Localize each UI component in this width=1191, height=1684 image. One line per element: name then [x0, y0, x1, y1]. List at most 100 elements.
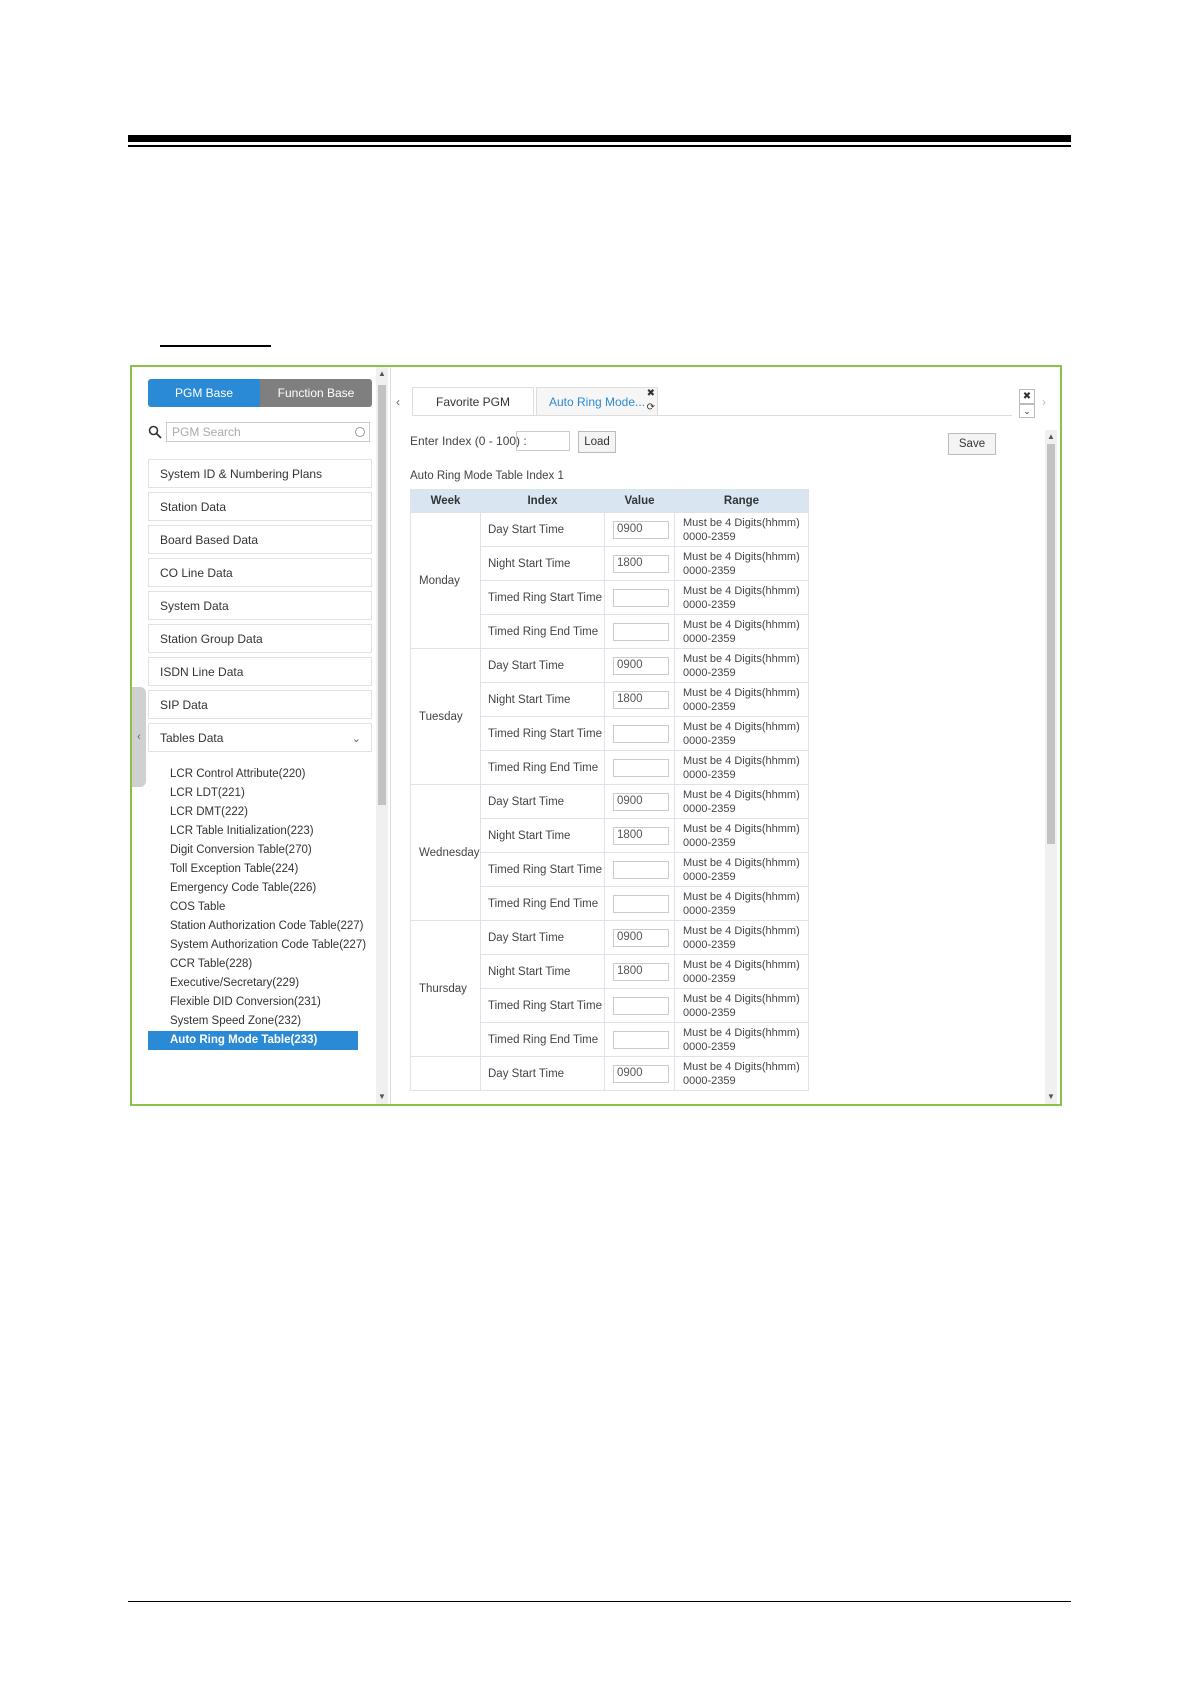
time-value-input[interactable] — [613, 1030, 669, 1049]
time-value-input[interactable]: 0900 — [613, 1064, 669, 1083]
time-value-input[interactable] — [613, 758, 669, 777]
time-value-input[interactable]: 0900 — [613, 656, 669, 675]
clear-icon[interactable] — [355, 427, 365, 437]
column-header-value: Value — [604, 489, 675, 513]
tab-auto-ring-mode[interactable]: Auto Ring Mode... ✖ ⟳ — [536, 387, 658, 415]
menu-item-system-id[interactable]: System ID & Numbering Plans — [148, 459, 372, 488]
column-header-range: Range — [674, 489, 809, 513]
save-button[interactable]: Save — [948, 433, 996, 455]
time-value-input[interactable] — [613, 860, 669, 879]
menu-item-station-group[interactable]: Station Group Data — [148, 624, 372, 653]
value-cell: 0900 — [604, 648, 675, 683]
table-row: Thursday Day Start Time 0900 Must be 4 Digi… — [410, 920, 809, 1057]
scroll-up-icon[interactable]: ▲ — [1045, 430, 1057, 444]
menu-item-system-data[interactable]: System Data — [148, 591, 372, 620]
range-cell: Must be 4 Digits(hhmm) 0000-2359 — [674, 580, 809, 615]
submenu-item[interactable]: System Speed Zone(232) — [148, 1012, 372, 1031]
range-rule: Must be 4 Digits(hhmm) — [683, 788, 800, 801]
tab-favorite-pgm[interactable]: Favorite PGM — [412, 387, 534, 415]
value-cell: 0900 — [604, 512, 675, 547]
submenu-item[interactable]: LCR LDT(221) — [148, 784, 372, 803]
scroll-down-icon[interactable]: ▼ — [376, 1090, 388, 1104]
column-header-index: Index — [480, 489, 605, 513]
tab-bar: Favorite PGM Auto Ring Mode... ✖ ⟳ — [412, 387, 1012, 416]
time-value-input[interactable]: 1800 — [613, 690, 669, 709]
scroll-up-icon[interactable]: ▲ — [376, 367, 388, 381]
submenu-item[interactable]: CCR Table(228) — [148, 955, 372, 974]
table-row: Tuesday Day Start Time 0900 Must be 4 Digit… — [410, 648, 809, 785]
search-input[interactable]: PGM Search — [166, 422, 370, 442]
submenu-item[interactable]: LCR DMT(222) — [148, 803, 372, 822]
scrollbar-thumb[interactable] — [378, 385, 386, 805]
submenu-item[interactable]: LCR Control Attribute(220) — [148, 765, 372, 784]
index-cell: Day Start Time — [480, 512, 605, 547]
tab-pgm-base[interactable]: PGM Base — [148, 379, 260, 407]
menu-item-board-data[interactable]: Board Based Data — [148, 525, 372, 554]
menu-item-tables-data[interactable]: Tables Data ⌄ — [148, 723, 372, 752]
submenu-item[interactable]: Flexible DID Conversion(231) — [148, 993, 372, 1012]
index-cell: Day Start Time — [480, 1056, 605, 1091]
submenu-item[interactable]: COS Table — [148, 898, 372, 917]
left-scrollbar[interactable]: ▲ ▼ — [376, 367, 388, 1104]
chevron-down-icon[interactable]: ⌄ — [1019, 404, 1035, 418]
submenu-item[interactable]: Digit Conversion Table(270) — [148, 841, 372, 860]
time-value-input[interactable]: 0900 — [613, 792, 669, 811]
range-values: 0000-2359 — [683, 530, 736, 543]
time-value-input[interactable]: 1800 — [613, 962, 669, 981]
range-cell: Must be 4 Digits(hhmm) 0000-2359 — [674, 716, 809, 751]
submenu-item[interactable]: System Authorization Code Table(227) — [148, 936, 372, 955]
time-value-input[interactable] — [613, 622, 669, 641]
value-cell — [604, 886, 675, 921]
menu-item-label: Tables Data — [160, 730, 224, 745]
chevron-left-icon[interactable]: ‹ — [396, 395, 400, 409]
tab-function-base[interactable]: Function Base — [260, 379, 372, 407]
time-value-input[interactable]: 0900 — [613, 520, 669, 539]
submenu-item[interactable]: Station Authorization Code Table(227) — [148, 917, 372, 936]
index-cell: Timed Ring End Time — [480, 886, 605, 921]
menu-item-label: Board Based Data — [160, 532, 259, 547]
time-value-input[interactable] — [613, 724, 669, 743]
range-rule: Must be 4 Digits(hhmm) — [683, 992, 800, 1005]
time-value-input[interactable]: 1800 — [613, 826, 669, 845]
submenu-item[interactable]: Executive/Secretary(229) — [148, 974, 372, 993]
range-rule: Must be 4 Digits(hhmm) — [683, 822, 800, 835]
range-values: 0000-2359 — [683, 632, 736, 645]
right-scrollbar[interactable]: ▲ ▼ — [1045, 430, 1057, 1104]
menu-item-label: Station Data — [160, 499, 227, 514]
time-value-input[interactable] — [613, 894, 669, 913]
submenu-item[interactable]: Toll Exception Table(224) — [148, 860, 372, 879]
collapse-panel-tab[interactable]: ‹ — [132, 687, 146, 787]
scrollbar-thumb[interactable] — [1047, 444, 1055, 844]
refresh-icon[interactable]: ⟳ — [647, 402, 655, 413]
footer-rule — [128, 1601, 1071, 1602]
time-value-input[interactable] — [613, 996, 669, 1015]
chevron-right-icon[interactable]: › — [1042, 395, 1046, 409]
index-cell: Timed Ring End Time — [480, 1022, 605, 1057]
close-icon[interactable]: ✖ — [647, 388, 655, 399]
range-cell: Must be 4 Digits(hhmm) 0000-2359 — [674, 546, 809, 581]
submenu-item[interactable]: Emergency Code Table(226) — [148, 879, 372, 898]
index-cell: Timed Ring End Time — [480, 750, 605, 785]
close-icon[interactable]: ✖ — [1019, 389, 1035, 404]
range-cell: Must be 4 Digits(hhmm) 0000-2359 — [674, 954, 809, 989]
menu-item-label: Station Group Data — [160, 631, 263, 646]
submenu-item-active[interactable]: Auto Ring Mode Table(233) — [148, 1031, 358, 1050]
range-values: 0000-2359 — [683, 904, 736, 917]
menu-item-sip[interactable]: SIP Data — [148, 690, 372, 719]
index-input[interactable] — [516, 431, 570, 451]
menu-item-co-line[interactable]: CO Line Data — [148, 558, 372, 587]
index-cell: Night Start Time — [480, 682, 605, 717]
time-value-input[interactable]: 0900 — [613, 928, 669, 947]
menu-item-station-data[interactable]: Station Data — [148, 492, 372, 521]
search-icon[interactable] — [148, 425, 162, 439]
scroll-down-icon[interactable]: ▼ — [1045, 1090, 1057, 1104]
range-rule: Must be 4 Digits(hhmm) — [683, 890, 800, 903]
time-value-input[interactable] — [613, 588, 669, 607]
submenu-item[interactable]: LCR Table Initialization(223) — [148, 822, 372, 841]
range-cell: Must be 4 Digits(hhmm) 0000-2359 — [674, 750, 809, 785]
auto-ring-table: Week Index Value Range Monday Day Start T… — [410, 489, 809, 1091]
time-value-input[interactable]: 1800 — [613, 554, 669, 573]
range-cell: Must be 4 Digits(hhmm) 0000-2359 — [674, 988, 809, 1023]
load-button[interactable]: Load — [578, 431, 616, 453]
menu-item-isdn[interactable]: ISDN Line Data — [148, 657, 372, 686]
